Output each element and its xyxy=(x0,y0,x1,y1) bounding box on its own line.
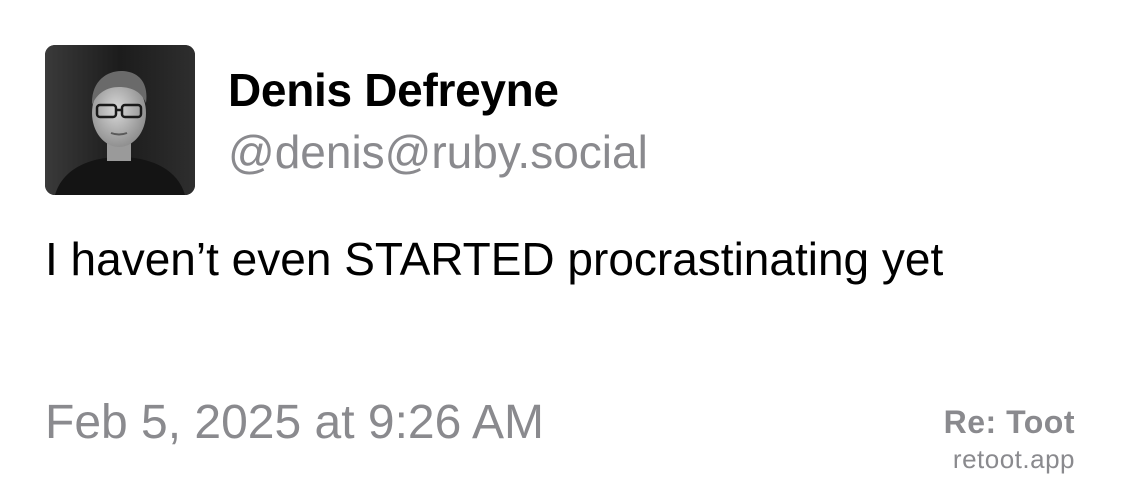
avatar-image xyxy=(45,45,195,195)
author-handle[interactable]: @denis@ruby.social xyxy=(228,124,648,180)
post-timestamp: Feb 5, 2025 at 9:26 AM xyxy=(45,396,545,449)
author-display-name[interactable]: Denis Defreyne xyxy=(228,62,559,118)
avatar[interactable] xyxy=(45,45,195,195)
post-text: I haven’t even STARTED procrastinating y… xyxy=(45,233,944,285)
brand-name: Re: Toot xyxy=(943,404,1075,440)
brand-url: retoot.app xyxy=(952,444,1075,474)
toot-card: Denis Defreyne @denis@ruby.social I have… xyxy=(0,0,1125,504)
app-branding: Re: Toot retoot.app xyxy=(944,402,1075,476)
